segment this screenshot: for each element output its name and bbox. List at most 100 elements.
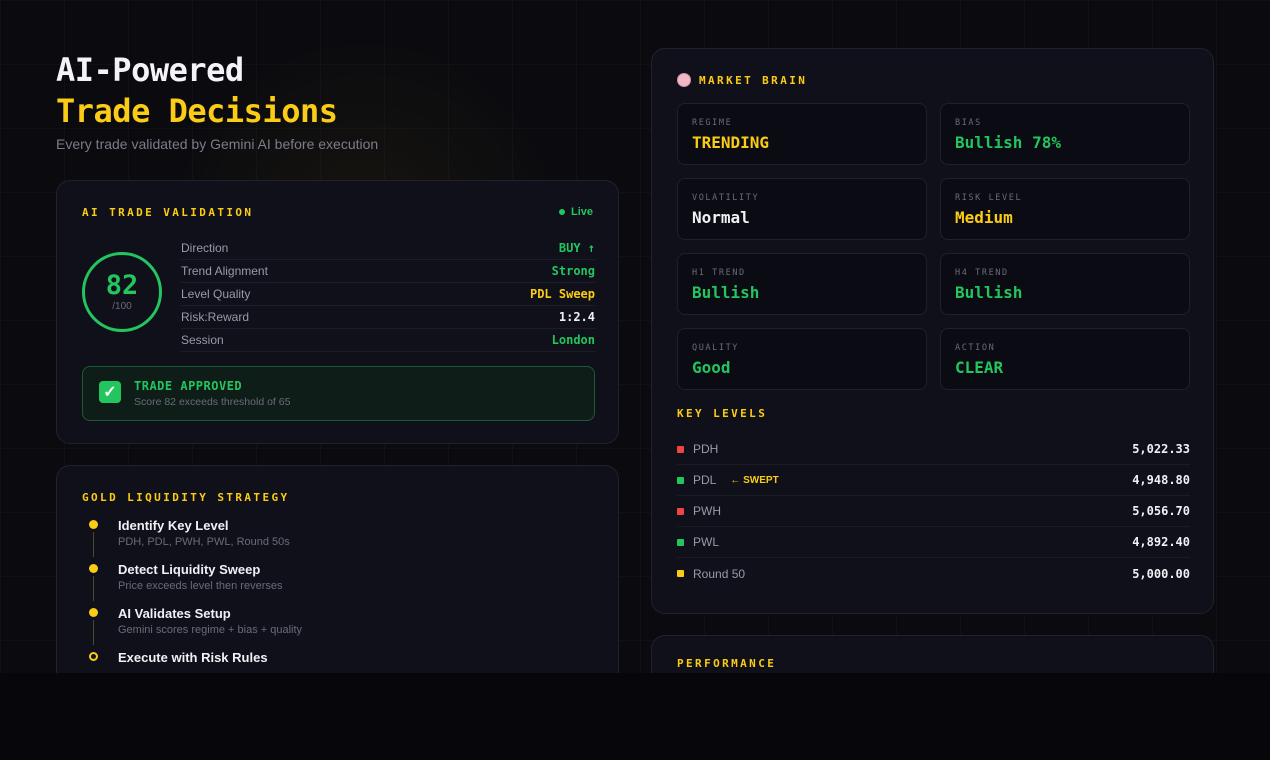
tile-risk-level: RISK LEVEL Medium	[940, 178, 1190, 240]
level-name: PDL	[693, 473, 717, 487]
step-desc: Price exceeds level then reverses	[118, 580, 283, 592]
tile-value: Normal	[692, 208, 750, 227]
metric-row-direction: Direction BUY ↑	[181, 237, 595, 260]
brain-icon	[677, 73, 691, 87]
metric-row-level-quality: Level Quality PDL Sweep	[181, 283, 595, 306]
tile-volatility: VOLATILITY Normal	[677, 178, 927, 240]
tile-value: Bullish 78%	[955, 133, 1061, 152]
metric-value: PDL Sweep	[529, 287, 595, 301]
live-dot-icon	[558, 209, 565, 215]
step-desc: Gemini scores regime + bias + quality	[118, 624, 303, 636]
level-marker-icon	[677, 476, 684, 484]
level-name: PWL	[693, 535, 720, 549]
level-value: 5,000.00	[1132, 566, 1190, 581]
live-label: Live	[570, 206, 593, 218]
level-value: 5,022.33	[1132, 442, 1190, 456]
hero-title: AI-Powered Trade Decisions	[56, 50, 338, 132]
score-ring: 82 /100	[82, 252, 162, 332]
tile-label: ACTION	[955, 343, 996, 353]
strategy-step: Identify Key Level PDH, PDL, PWH, PWL, R…	[82, 518, 302, 562]
tile-value: Bullish	[692, 283, 760, 302]
hero-subtitle: Every trade validated by Gemini AI befor…	[56, 136, 379, 152]
tile-label: REGIME	[692, 118, 733, 128]
level-row-pdh: PDH 5,022.33	[677, 434, 1190, 465]
step-dot-icon	[89, 564, 98, 573]
metric-row-risk-reward: Risk:Reward 1:2.4	[181, 306, 595, 329]
step-dot-icon	[89, 520, 98, 529]
level-marker-icon	[677, 570, 684, 577]
performance-label: PERFORMANCE	[677, 657, 777, 670]
tile-value: TRENDING	[692, 133, 770, 152]
step-dot-hollow-icon	[89, 652, 98, 661]
tile-regime: REGIME TRENDING	[677, 103, 927, 165]
tile-label: BIAS	[955, 118, 982, 128]
level-row-round-50: Round 50 5,000.00	[677, 558, 1190, 589]
metric-row-session: Session London	[181, 329, 595, 352]
strategy-label: GOLD LIQUIDITY STRATEGY	[82, 491, 290, 504]
tile-bias: BIAS Bullish 78%	[940, 103, 1190, 165]
step-connector	[93, 620, 94, 645]
metric-value: BUY ↑	[558, 241, 595, 255]
validation-card: AI TRADE VALIDATION Live 82 /100 Directi…	[56, 180, 619, 444]
tile-label: VOLATILITY	[692, 193, 760, 203]
metric-key: Direction	[181, 241, 229, 255]
market-brain-label: MARKET BRAIN	[699, 73, 808, 87]
key-levels-label: KEY LEVELS	[677, 407, 768, 420]
step-desc: PDH, PDL, PWH, PWL, Round 50s	[118, 536, 290, 548]
step-title: Execute with Risk Rules	[118, 650, 268, 665]
level-marker-icon	[677, 538, 684, 546]
tile-value: Good	[692, 358, 731, 377]
level-name: Round 50	[693, 566, 746, 581]
metric-key: Session	[181, 333, 224, 347]
strategy-step: Detect Liquidity Sweep Price exceeds lev…	[82, 562, 302, 606]
step-title: AI Validates Setup	[118, 606, 231, 621]
tile-value: Bullish	[955, 283, 1023, 302]
level-value: 5,056.70	[1132, 504, 1190, 518]
swept-badge: ← SWEPT	[730, 474, 779, 486]
approved-text: Score 82 exceeds threshold of 65	[134, 396, 291, 408]
level-marker-icon	[677, 445, 684, 453]
tile-label: H4 TREND	[955, 268, 1009, 278]
level-name: PDH	[693, 442, 719, 456]
metric-key: Trend Alignment	[181, 264, 268, 278]
trade-approved-banner: ✓ TRADE APPROVED Score 82 exceeds thresh…	[82, 366, 595, 421]
level-name: PWH	[693, 504, 721, 518]
level-row-pwl: PWL 4,892.40	[677, 527, 1190, 558]
metric-value: Strong	[551, 264, 595, 278]
strategy-step: Execute with Risk Rules	[82, 650, 302, 673]
step-connector	[93, 576, 94, 601]
tile-action: ACTION CLEAR	[940, 328, 1190, 390]
metric-value: London	[551, 333, 595, 347]
tile-label: RISK LEVEL	[955, 193, 1023, 203]
tile-quality: QUALITY Good	[677, 328, 927, 390]
metrics-list: Direction BUY ↑ Trend Alignment Strong L…	[181, 237, 595, 352]
tile-h1-trend: H1 TREND Bullish	[677, 253, 927, 315]
hero-title-line2: Trade Decisions	[56, 92, 338, 130]
metric-row-trend-alignment: Trend Alignment Strong	[181, 260, 595, 283]
check-icon: ✓	[99, 381, 121, 403]
score-value: 82	[105, 270, 139, 301]
level-row-pwh: PWH 5,056.70	[677, 496, 1190, 527]
strategy-card: GOLD LIQUIDITY STRATEGY Identify Key Lev…	[56, 465, 619, 673]
tile-label: QUALITY	[692, 343, 740, 353]
step-title: Identify Key Level	[118, 518, 229, 533]
step-dot-icon	[89, 608, 98, 617]
page-viewport: AI-Powered Trade Decisions Every trade v…	[0, 0, 1270, 673]
score-max: /100	[112, 301, 132, 312]
metric-key: Risk:Reward	[181, 310, 250, 324]
strategy-steps: Identify Key Level PDH, PDL, PWH, PWL, R…	[82, 518, 302, 673]
step-connector	[93, 532, 94, 557]
tile-value: CLEAR	[955, 358, 1004, 377]
metric-value: 1:2.4	[558, 310, 595, 324]
validation-label: AI TRADE VALIDATION	[82, 206, 254, 219]
strategy-step: AI Validates Setup Gemini scores regime …	[82, 606, 302, 650]
level-marker-icon	[677, 507, 684, 515]
tile-h4-trend: H4 TREND Bullish	[940, 253, 1190, 315]
tile-value: Medium	[955, 208, 1013, 227]
level-value: 4,892.40	[1132, 535, 1190, 549]
approved-title: TRADE APPROVED	[134, 379, 243, 393]
tile-label: H1 TREND	[692, 268, 746, 278]
metric-key: Level Quality	[181, 287, 251, 301]
level-row-pdl: PDL ← SWEPT 4,948.80	[677, 465, 1190, 496]
market-brain-header: MARKET BRAIN	[677, 73, 807, 87]
